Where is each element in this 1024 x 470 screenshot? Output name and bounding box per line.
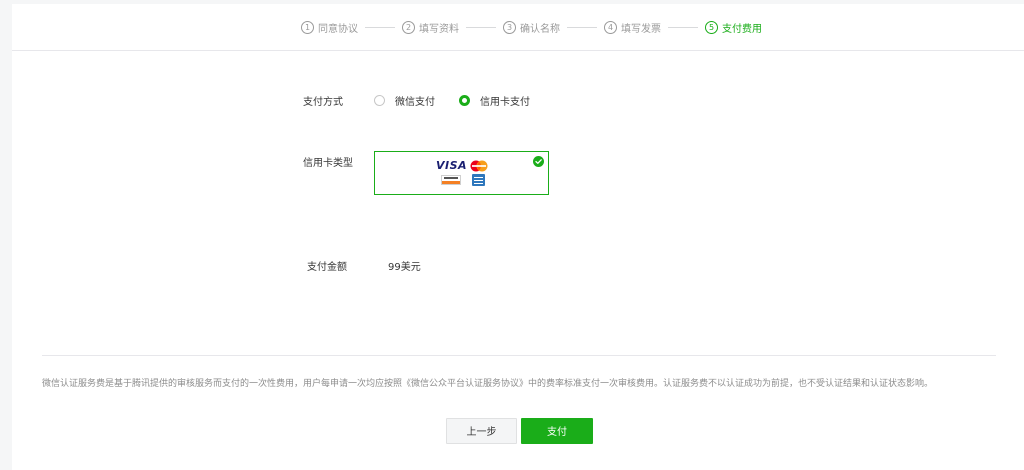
step-number: 3 <box>503 20 516 34</box>
step-connector <box>466 26 496 28</box>
step-label: 同意协议 <box>318 23 358 35</box>
mastercard-logo <box>470 160 488 172</box>
service-fee-notice: 微信认证服务费是基于腾讯提供的审核服务而支付的一次性费用，用户每申请一次均应按照… <box>42 379 934 389</box>
pay-button[interactable]: 支付 <box>521 418 593 444</box>
card-type-label: 信用卡类型 <box>303 158 353 169</box>
step-3: 3 确认名称 <box>503 20 560 35</box>
payment-method-radio-group: 微信支付 信用卡支付 <box>374 93 554 108</box>
step-2: 2 填写资料 <box>402 20 459 35</box>
amount-label: 支付金额 <box>307 262 347 273</box>
step-number: 2 <box>402 20 415 34</box>
step-number: 5 <box>705 20 718 34</box>
discover-logo <box>441 175 461 185</box>
step-connector <box>668 26 698 28</box>
main-panel: 1 同意协议 2 填写资料 3 确认名称 4 填写发票 5 支付费用 支付方式 … <box>12 4 1024 470</box>
selected-check-icon <box>533 156 544 167</box>
step-connector <box>365 26 395 28</box>
radio-option-wechat-pay[interactable]: 微信支付 <box>374 93 435 108</box>
card-brand-logos: VISA <box>436 159 488 187</box>
step-number: 1 <box>301 20 314 34</box>
progress-stepper: 1 同意协议 2 填写资料 3 确认名称 4 填写发票 5 支付费用 <box>12 4 1024 51</box>
radio-unchecked-icon[interactable] <box>374 95 385 106</box>
radio-label: 微信支付 <box>395 97 435 108</box>
visa-logo: VISA <box>436 159 468 172</box>
credit-card-type-option[interactable]: VISA <box>374 151 549 195</box>
step-number: 4 <box>604 20 617 34</box>
step-label: 支付费用 <box>722 23 762 35</box>
step-label: 填写发票 <box>621 23 661 35</box>
payment-method-label: 支付方式 <box>303 97 343 108</box>
divider <box>42 355 996 356</box>
previous-step-button[interactable]: 上一步 <box>446 418 517 444</box>
radio-option-credit-card[interactable]: 信用卡支付 <box>459 93 530 108</box>
radio-label: 信用卡支付 <box>480 97 530 108</box>
step-1: 1 同意协议 <box>301 20 358 35</box>
step-label: 填写资料 <box>419 23 459 35</box>
radio-checked-icon[interactable] <box>459 95 470 106</box>
step-5-active: 5 支付费用 <box>705 20 762 35</box>
amex-logo <box>472 174 485 186</box>
amount-value: 99美元 <box>388 262 421 273</box>
step-label: 确认名称 <box>520 23 560 35</box>
step-connector <box>567 26 597 28</box>
step-4: 4 填写发票 <box>604 20 661 35</box>
